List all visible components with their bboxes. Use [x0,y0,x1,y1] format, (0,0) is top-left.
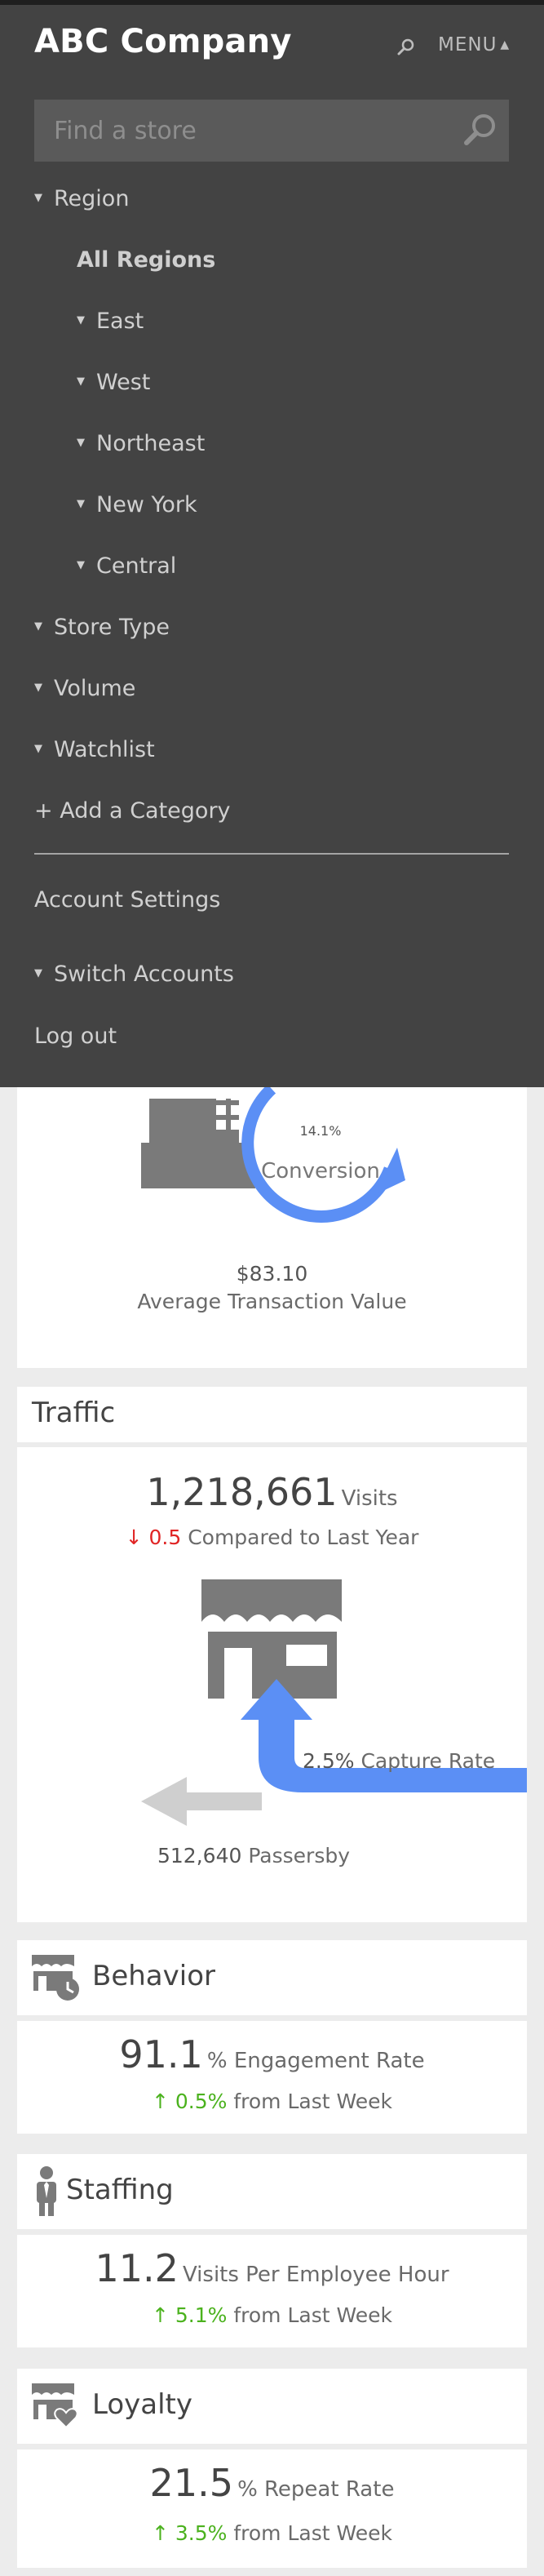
menu-item-volume[interactable]: ▼ Volume [34,676,135,701]
region-all[interactable]: All Regions [77,247,215,273]
caret-down-icon: ▼ [34,967,42,979]
conversion-label: Conversion [261,1159,380,1184]
nav-menu: ABC Company MENU▲ ▼Region All Regions ▼E… [0,0,544,1087]
brand-logo[interactable]: ABC Company [34,23,292,60]
log-out-link[interactable]: Log out [34,1024,117,1049]
header: ABC Company MENU ▲ [0,5,544,87]
search-icon[interactable] [396,38,416,57]
caret-down-icon: ▼ [77,498,85,510]
staffing-value: 11.2 [95,2246,179,2290]
menu-divider [34,853,509,855]
search-icon[interactable] [462,111,499,149]
loyalty-unit: % Repeat Rate [237,2477,395,2502]
staffing-change-label: from Last Week [233,2303,393,2327]
behavior-change: 0.5% [175,2090,228,2113]
store-search [34,100,509,162]
passersby-label: Passersby [248,1844,351,1868]
caret-down-icon: ▼ [77,375,85,388]
region-new-york[interactable]: ▼ New York [77,492,197,517]
traffic-title: Traffic [32,1397,116,1429]
caret-down-icon: ▼ [77,437,85,449]
behavior-header: Behavior [17,1940,527,2015]
atv-value: $83.10 [236,1262,308,1286]
loyalty-icon [32,2383,78,2429]
conversion-percent: 14.1% [299,1123,342,1139]
region-northeast[interactable]: ▼ Northeast [77,431,205,456]
menu-label: MENU [438,34,498,56]
menu-item-watchlist[interactable]: ▼ Watchlist [34,737,155,762]
add-category-link[interactable]: + Add a Category [34,798,231,824]
staffing-change: 5.1% [175,2303,228,2327]
region-west[interactable]: ▼ West [77,370,150,395]
capture-percent: 2.5% [303,1749,355,1773]
traffic-header: Traffic [17,1387,527,1442]
loyalty-value: 21.5 [149,2461,233,2505]
behavior-unit: % Engagement Rate [206,2049,425,2073]
caret-down-icon: ▼ [34,192,42,204]
traffic-card: 1,218,661 Visits ↓ 0.5 Compared to Last … [17,1447,527,1922]
atv-label: Average Transaction Value [137,1290,407,1313]
passersby-value: 512,640 [157,1844,242,1868]
behavior-value: 91.1 [119,2032,203,2076]
caret-up-icon: ▲ [500,38,511,51]
behavior-change-label: from Last Week [233,2090,393,2113]
up-arrow-icon: ↑ [151,2303,169,2327]
store-search-input[interactable] [34,100,442,162]
behavior-title: Behavior [92,1960,215,1992]
switch-accounts-link[interactable]: ▼ Switch Accounts [34,962,234,987]
behavior-card: 91.1 % Engagement Rate ↑ 0.5% from Last … [17,2021,527,2134]
loyalty-title: Loyalty [92,2388,193,2421]
loyalty-card: 21.5 % Repeat Rate ↑ 3.5% from Last Week [17,2449,527,2568]
caret-down-icon: ▼ [34,743,42,755]
caret-down-icon: ▼ [34,682,42,694]
staffing-header: Staffing [17,2154,527,2229]
capture-label: Capture Rate [360,1749,496,1773]
employee-icon [37,2166,56,2216]
staffing-card: 11.2 Visits Per Employee Hour ↑ 5.1% fro… [17,2235,527,2347]
staffing-unit: Visits Per Employee Hour [182,2263,449,2287]
loyalty-change-label: from Last Week [233,2521,393,2545]
region-central[interactable]: ▼ Central [77,553,176,579]
loyalty-change: 3.5% [175,2521,228,2545]
region-east[interactable]: ▼ East [77,309,144,334]
account-settings-link[interactable]: Account Settings [34,887,220,913]
caret-down-icon: ▼ [34,620,42,633]
up-arrow-icon: ↑ [151,2521,169,2545]
behavior-icon [32,1955,79,2001]
up-arrow-icon: ↑ [151,2090,169,2113]
caret-down-icon: ▼ [77,314,85,326]
caret-down-icon: ▼ [77,559,85,571]
staffing-title: Staffing [66,2174,174,2206]
loyalty-header: Loyalty [17,2369,527,2444]
menu-item-region[interactable]: ▼ Region [34,186,129,211]
menu-item-store-type[interactable]: ▼ Store Type [34,615,170,640]
menu-button[interactable]: MENU ▲ [438,34,510,56]
